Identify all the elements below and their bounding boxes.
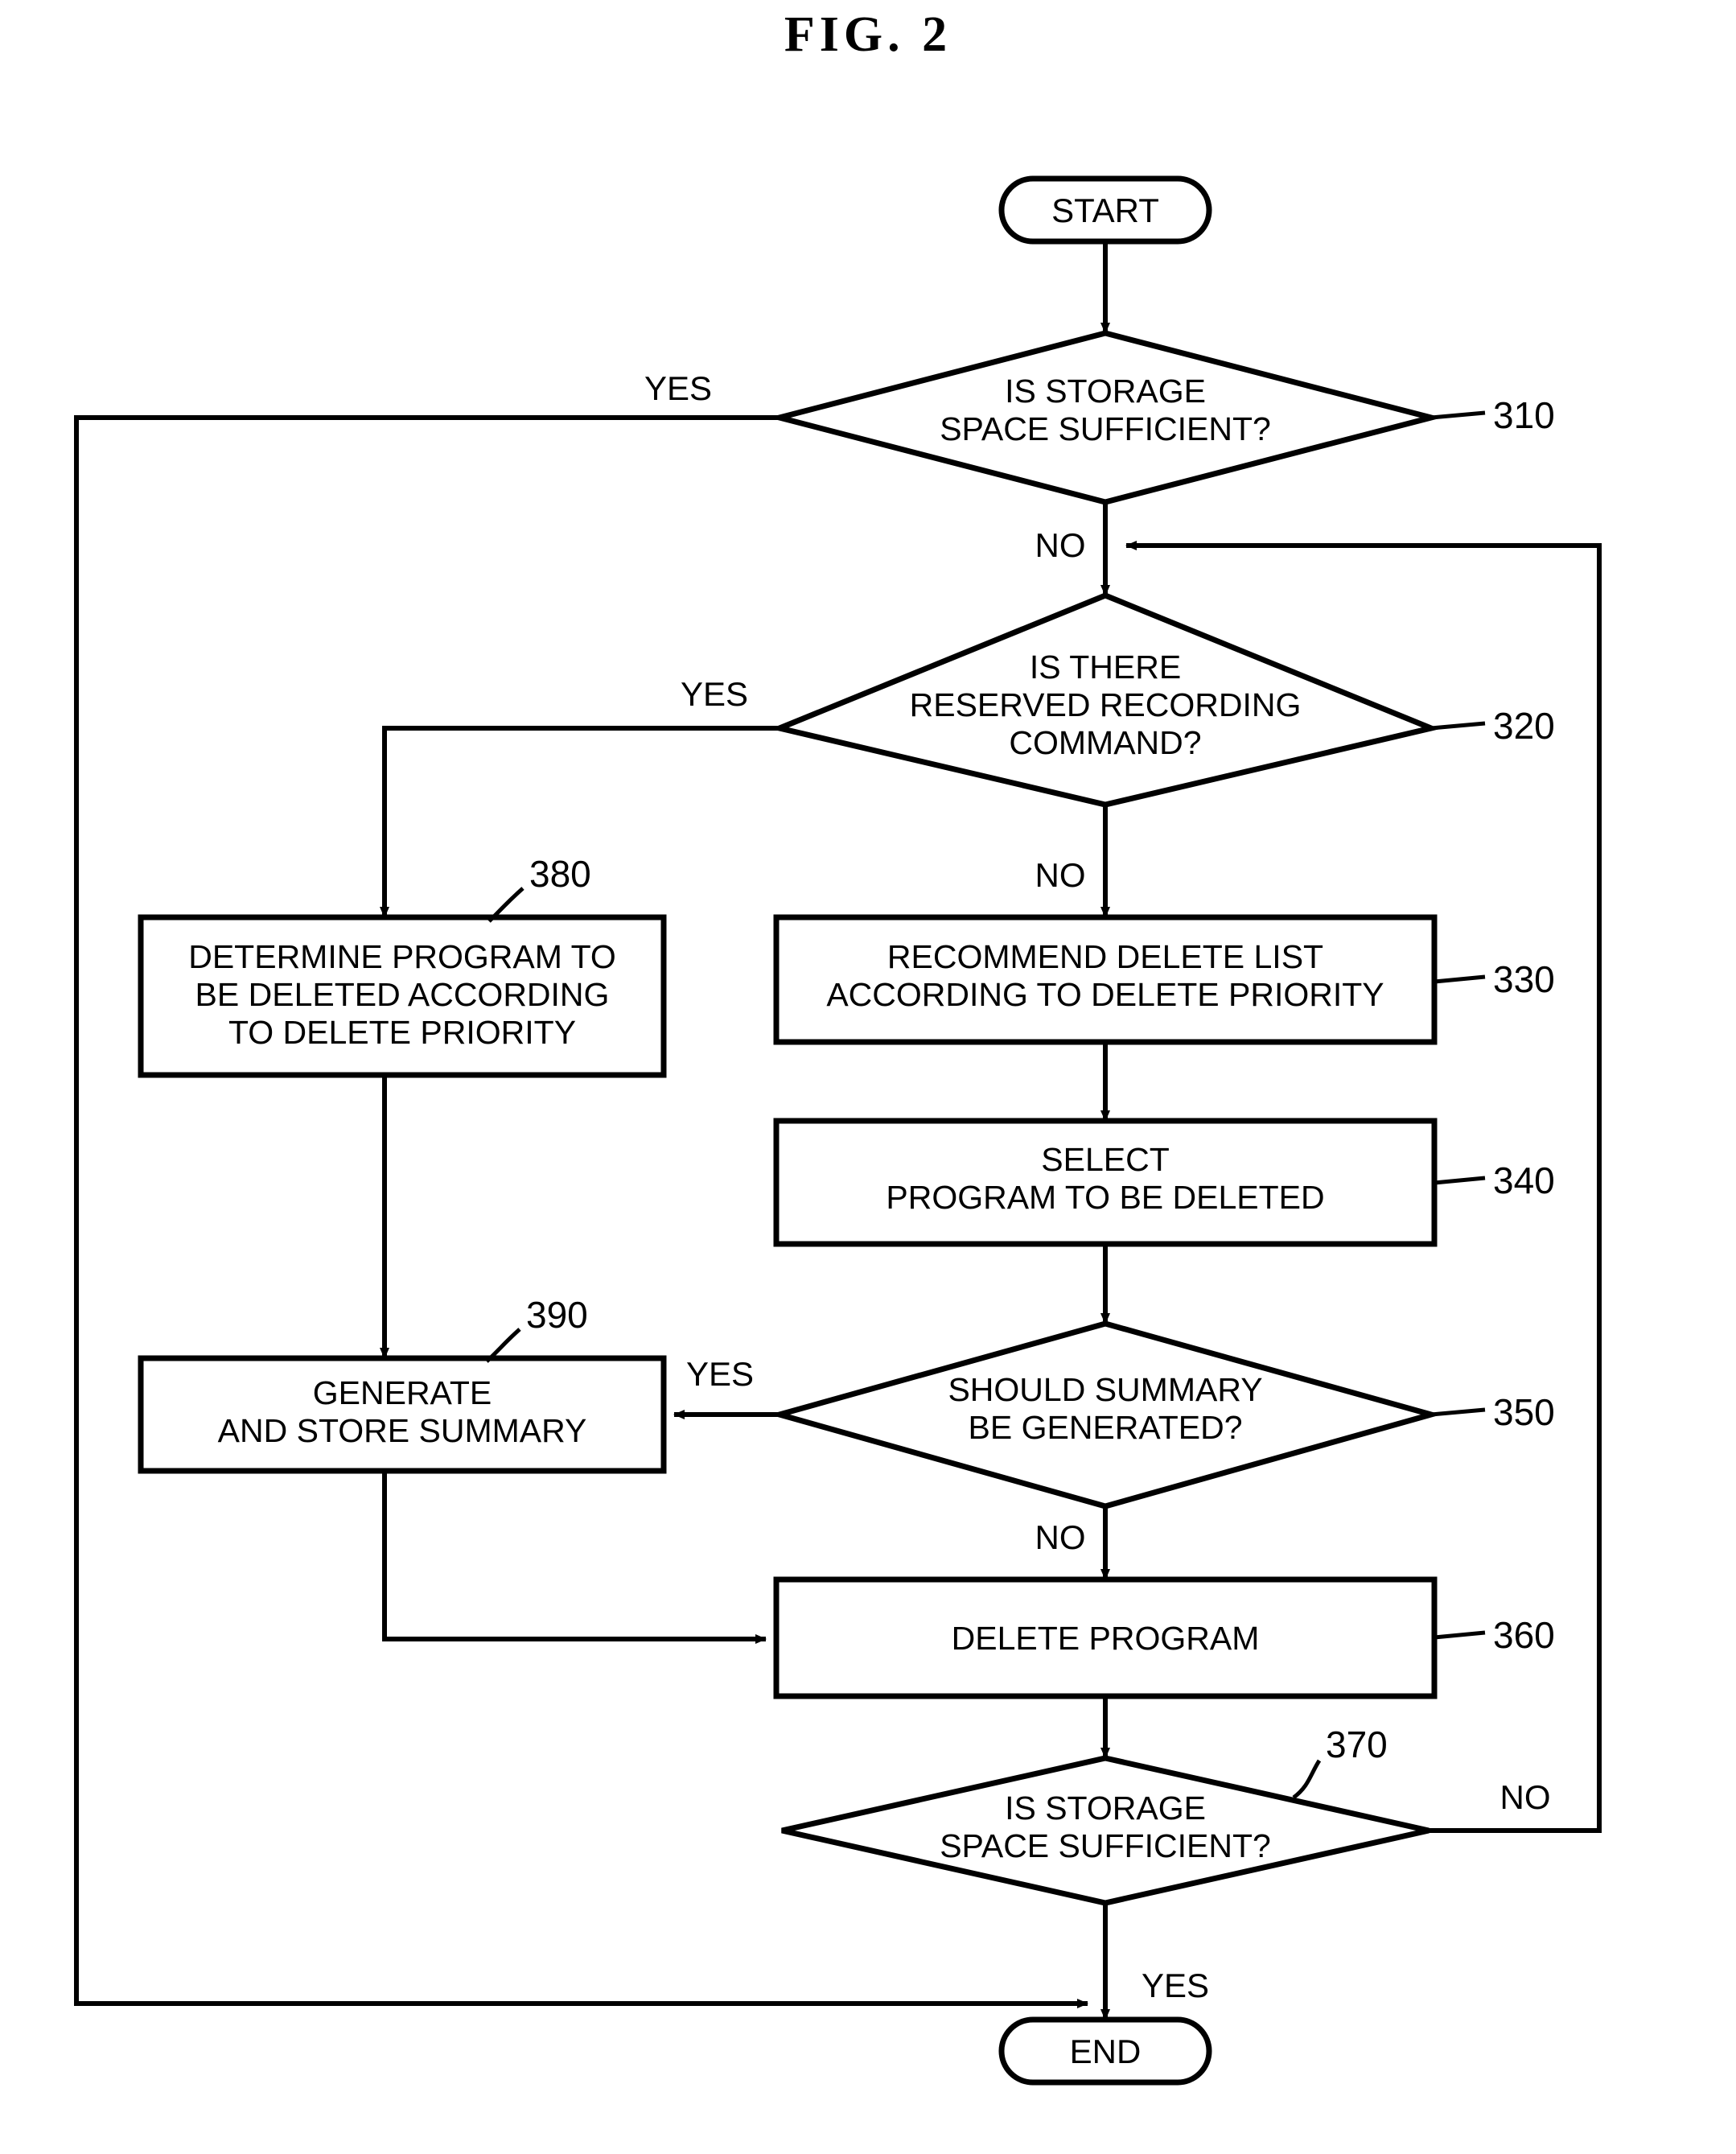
leader-360 <box>1434 1630 1486 1640</box>
decision-350-line-1: SHOULD SUMMARY <box>948 1371 1262 1408</box>
edge-label-yes-370: YES <box>1142 1967 1209 2004</box>
leader-310 <box>1430 410 1486 420</box>
process-340-line-2: PROGRAM TO BE DELETED <box>886 1179 1324 1216</box>
edge-label-no-320: NO <box>1035 856 1086 894</box>
ref-330: 330 <box>1493 958 1555 1000</box>
process-330-line-2: ACCORDING TO DELETE PRIORITY <box>826 976 1384 1013</box>
decision-370-line-1: IS STORAGE <box>1005 1790 1206 1827</box>
decision-370-line-2: SPACE SUFFICIENT? <box>940 1827 1271 1864</box>
process-340-line-1: SELECT <box>1041 1141 1170 1178</box>
process-390-line-2: AND STORE SUMMARY <box>218 1412 587 1449</box>
leader-320 <box>1430 721 1486 731</box>
edge-label-yes-320: YES <box>681 675 748 713</box>
decision-350-line-2: BE GENERATED? <box>969 1409 1243 1446</box>
ref-360: 360 <box>1493 1614 1555 1656</box>
process-330-line-1: RECOMMEND DELETE LIST <box>887 938 1323 975</box>
edge-label-no-310: NO <box>1035 526 1086 564</box>
leader-340 <box>1434 1176 1486 1185</box>
edge-label-no-350: NO <box>1035 1518 1086 1556</box>
process-380-line-3: TO DELETE PRIORITY <box>228 1014 576 1051</box>
ref-320: 320 <box>1493 705 1555 747</box>
decision-320-line-3: COMMAND? <box>1009 724 1201 761</box>
edge-390-to-360 <box>382 1471 767 1644</box>
decision-320-line-2: RESERVED RECORDING <box>910 686 1302 723</box>
ref-350: 350 <box>1493 1391 1555 1433</box>
process-380-line-1: DETERMINE PROGRAM TO <box>188 938 616 975</box>
process-360-line-1: DELETE PROGRAM <box>952 1620 1260 1657</box>
edge-label-yes-310: YES <box>644 369 712 407</box>
ref-380: 380 <box>529 853 591 895</box>
leader-370 <box>1292 1759 1322 1800</box>
ref-390: 390 <box>526 1294 588 1336</box>
edge-320-yes-to-380 <box>380 726 804 918</box>
flowchart-canvas: START IS STORAGE SPACE SUFFICIENT? 310 I… <box>74 175 1602 2086</box>
start-label: START <box>1051 192 1159 229</box>
ref-370: 370 <box>1326 1724 1388 1765</box>
process-380-line-2: BE DELETED ACCORDING <box>195 976 610 1013</box>
edge-label-no-370: NO <box>1500 1778 1551 1816</box>
leader-330 <box>1434 974 1486 984</box>
end-label: END <box>1070 2033 1142 2070</box>
process-390-line-1: GENERATE <box>313 1374 492 1411</box>
leader-350 <box>1430 1407 1486 1417</box>
ref-310: 310 <box>1493 394 1555 436</box>
decision-310-line-2: SPACE SUFFICIENT? <box>940 410 1271 447</box>
ref-340: 340 <box>1493 1159 1555 1201</box>
edge-label-yes-350: YES <box>686 1355 754 1393</box>
decision-310-line-1: IS STORAGE <box>1005 373 1206 410</box>
decision-320-line-1: IS THERE <box>1030 649 1181 686</box>
